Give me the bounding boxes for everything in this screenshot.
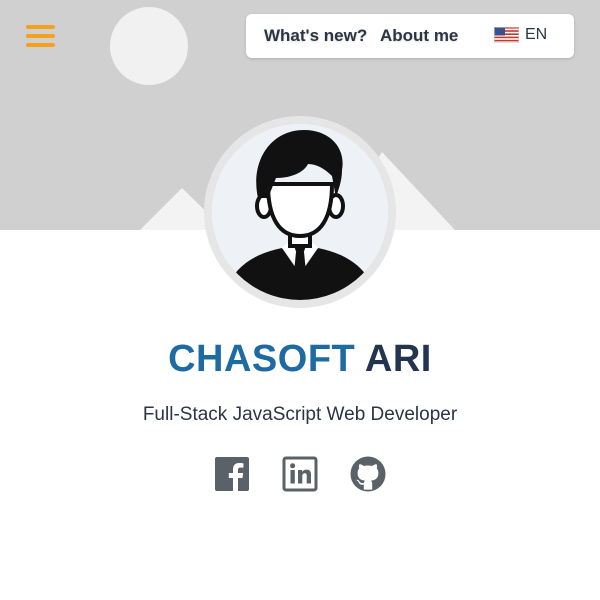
profile-last-name: ARI xyxy=(364,338,432,380)
nav-whats-new[interactable]: What's new? xyxy=(264,26,367,46)
nav-about-me[interactable]: About me xyxy=(380,26,458,46)
hamburger-menu-icon[interactable] xyxy=(26,25,55,47)
language-code: EN xyxy=(525,26,548,43)
top-nav: What's new? About me EN xyxy=(246,14,574,58)
profile-first-name: CHASOFT xyxy=(168,338,356,380)
social-links xyxy=(0,455,600,493)
profile-tagline: Full-Stack JavaScript Web Developer xyxy=(142,404,458,425)
us-flag-icon xyxy=(494,27,519,43)
language-selector[interactable]: EN xyxy=(494,26,547,44)
avatar xyxy=(212,124,388,300)
facebook-icon[interactable] xyxy=(213,455,251,493)
github-icon[interactable] xyxy=(349,455,387,493)
profile-avatar-icon xyxy=(212,124,388,300)
linkedin-icon[interactable] xyxy=(281,455,319,493)
profile-name: CHASOFT ARI xyxy=(0,338,600,381)
